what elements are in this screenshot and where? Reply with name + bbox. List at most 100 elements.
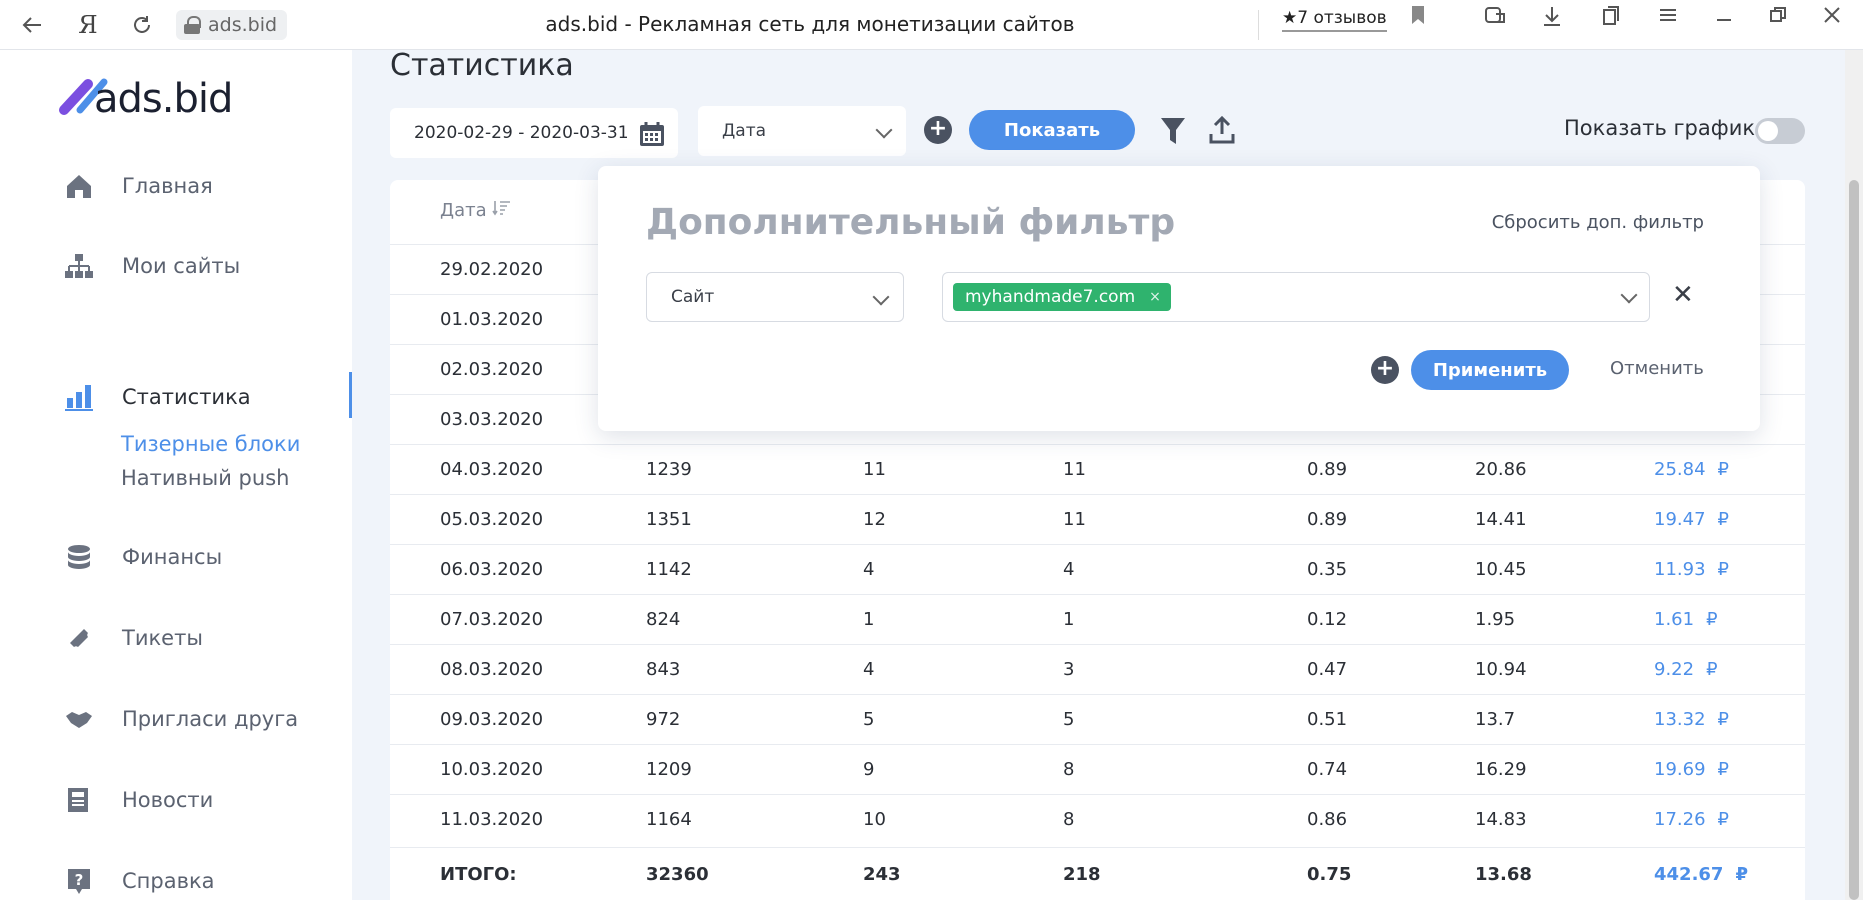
cancel-link[interactable]: Отменить (1610, 358, 1704, 379)
subnav-teaser-blocks[interactable]: Тизерные блоки (121, 432, 300, 456)
cell-value: 25.84 (1654, 459, 1706, 480)
nav-news[interactable]: Новости (0, 775, 352, 825)
cell-value: 1351 (646, 509, 692, 530)
cell-c1: 1142 (646, 559, 692, 580)
show-chart-toggle[interactable] (1755, 118, 1805, 144)
handshake-icon (66, 712, 92, 728)
nav-tickets[interactable]: Тикеты (0, 613, 352, 663)
cell-revenue: 9.22 ₽ (1654, 659, 1718, 680)
filter-icon[interactable] (1160, 116, 1186, 146)
cell-value: 0.35 (1307, 559, 1348, 580)
collections-icon[interactable] (1600, 5, 1622, 33)
restore-icon[interactable] (1768, 5, 1788, 31)
cell-value: 442.67 (1654, 864, 1724, 885)
column-header-date[interactable]: Дата (440, 200, 512, 221)
nav-statistics[interactable]: Статистика (0, 372, 352, 422)
cell-c3: 3 (1063, 659, 1074, 680)
cell-c4: 0.75 (1307, 864, 1351, 885)
close-icon[interactable] (1822, 5, 1842, 31)
cell-value: 03.03.2020 (440, 409, 544, 430)
cell-c5: 20.86 (1475, 459, 1527, 480)
cell-value: 824 (646, 609, 681, 630)
cell-value: 01.03.2020 (440, 309, 544, 330)
cell-c5: 10.45 (1475, 559, 1527, 580)
cell-value: 0.74 (1307, 759, 1348, 780)
cell-value: 10.45 (1475, 559, 1527, 580)
cell-value: 08.03.2020 (440, 659, 544, 680)
reset-filter-link[interactable]: Сбросить доп. фильтр (1492, 212, 1704, 233)
add-filter-icon[interactable]: + (924, 116, 952, 144)
nav-help[interactable]: ? Справка (0, 856, 352, 900)
filter-tag-label: myhandmade7.com (965, 287, 1136, 307)
cell-revenue: 19.69 ₽ (1654, 759, 1729, 780)
cell-c5: 14.83 (1475, 809, 1527, 830)
sitemap-icon (65, 254, 93, 278)
table-row: 11.03.2020 1164 10 8 0.86 14.83 17.26 ₽ (390, 794, 1805, 844)
cell-date: 10.03.2020 (440, 759, 543, 780)
extensions-icon[interactable] (1484, 5, 1508, 33)
logo-text: ads.bid (94, 76, 233, 122)
ruble-icon: ₽ (1717, 809, 1729, 830)
logo[interactable]: ads.bid (58, 64, 258, 124)
cell-value: 29.02.2020 (440, 259, 544, 280)
apply-button[interactable]: Применить (1411, 350, 1569, 390)
cell-c1: 1351 (646, 509, 692, 530)
filter-value-multiselect[interactable]: myhandmade7.com × (942, 272, 1650, 322)
cell-c3: 11 (1063, 509, 1086, 530)
cell-value: 13.68 (1475, 864, 1532, 885)
remove-tag-icon[interactable]: × (1149, 289, 1161, 305)
export-icon[interactable] (1209, 116, 1235, 144)
remove-filter-row-icon[interactable]: ✕ (1672, 280, 1694, 310)
group-by-select[interactable]: Дата (698, 106, 906, 156)
page-scrollbar[interactable] (1845, 50, 1863, 900)
ruble-icon: ₽ (1706, 609, 1718, 630)
nav-finance[interactable]: Финансы (0, 532, 352, 582)
sidebar: ads.bid Главная Мои сайты Статистика Тиз… (0, 50, 352, 900)
download-icon[interactable] (1542, 5, 1562, 33)
cell-c1: 972 (646, 709, 680, 730)
cell-value: 10.94 (1475, 659, 1527, 680)
cell-revenue: 13.32 ₽ (1654, 709, 1729, 730)
cell-value: 0.75 (1307, 864, 1352, 885)
cell-value: 11 (863, 459, 886, 480)
cell-c1: 1239 (646, 459, 692, 480)
nav-my-sites[interactable]: Мои сайты (0, 241, 352, 291)
cell-value: 4 (1063, 559, 1075, 580)
cell-value: 8 (1063, 759, 1075, 780)
nav-home[interactable]: Главная (0, 161, 352, 211)
date-range-picker[interactable]: 2020-02-29 - 2020-03-31 (390, 108, 678, 158)
table-row: 08.03.2020 843 4 3 0.47 10.94 9.22 ₽ (390, 644, 1805, 694)
menu-icon[interactable] (1658, 5, 1678, 31)
cell-c1: 32360 (646, 864, 709, 885)
cell-c4: 0.47 (1307, 659, 1347, 680)
filter-field-select[interactable]: Сайт (646, 272, 904, 322)
reviews-link[interactable]: ★7 отзывов (1282, 8, 1387, 32)
show-button[interactable]: Показать (969, 110, 1135, 150)
minimize-icon[interactable] (1714, 5, 1734, 31)
nav-invite-friend[interactable]: Пригласи друга (0, 694, 352, 744)
cell-date: 04.03.2020 (440, 459, 543, 480)
cell-value: 13.32 (1654, 709, 1706, 730)
add-filter-row-icon[interactable]: + (1371, 356, 1399, 384)
scrollbar-thumb[interactable] (1849, 180, 1859, 900)
cell-value: 1 (1063, 609, 1075, 630)
table-total-row: ИТОГО: 32360 243 218 0.75 13.68 442.67 ₽ (390, 847, 1805, 897)
ruble-icon: ₽ (1717, 759, 1729, 780)
chevron-down-icon (875, 121, 893, 139)
cell-value: 218 (1063, 864, 1101, 885)
cell-c2: 11 (863, 459, 886, 480)
help-icon: ? (68, 869, 90, 894)
calendar-icon[interactable] (638, 120, 666, 148)
bookmark-icon[interactable] (1410, 5, 1426, 31)
cell-value: 19.47 (1654, 509, 1706, 530)
table-row: 09.03.2020 972 5 5 0.51 13.7 13.32 ₽ (390, 694, 1805, 744)
cell-value: 20.86 (1475, 459, 1527, 480)
subnav-native-push[interactable]: Нативный push (121, 466, 289, 490)
home-icon (67, 175, 91, 198)
ticket-icon (70, 629, 88, 647)
cell-value: 04.03.2020 (440, 459, 544, 480)
cell-date: 03.03.2020 (440, 409, 543, 430)
cell-value: 5 (863, 709, 875, 730)
nav-help-label: Справка (122, 869, 215, 893)
cell-value: 14.41 (1475, 509, 1527, 530)
